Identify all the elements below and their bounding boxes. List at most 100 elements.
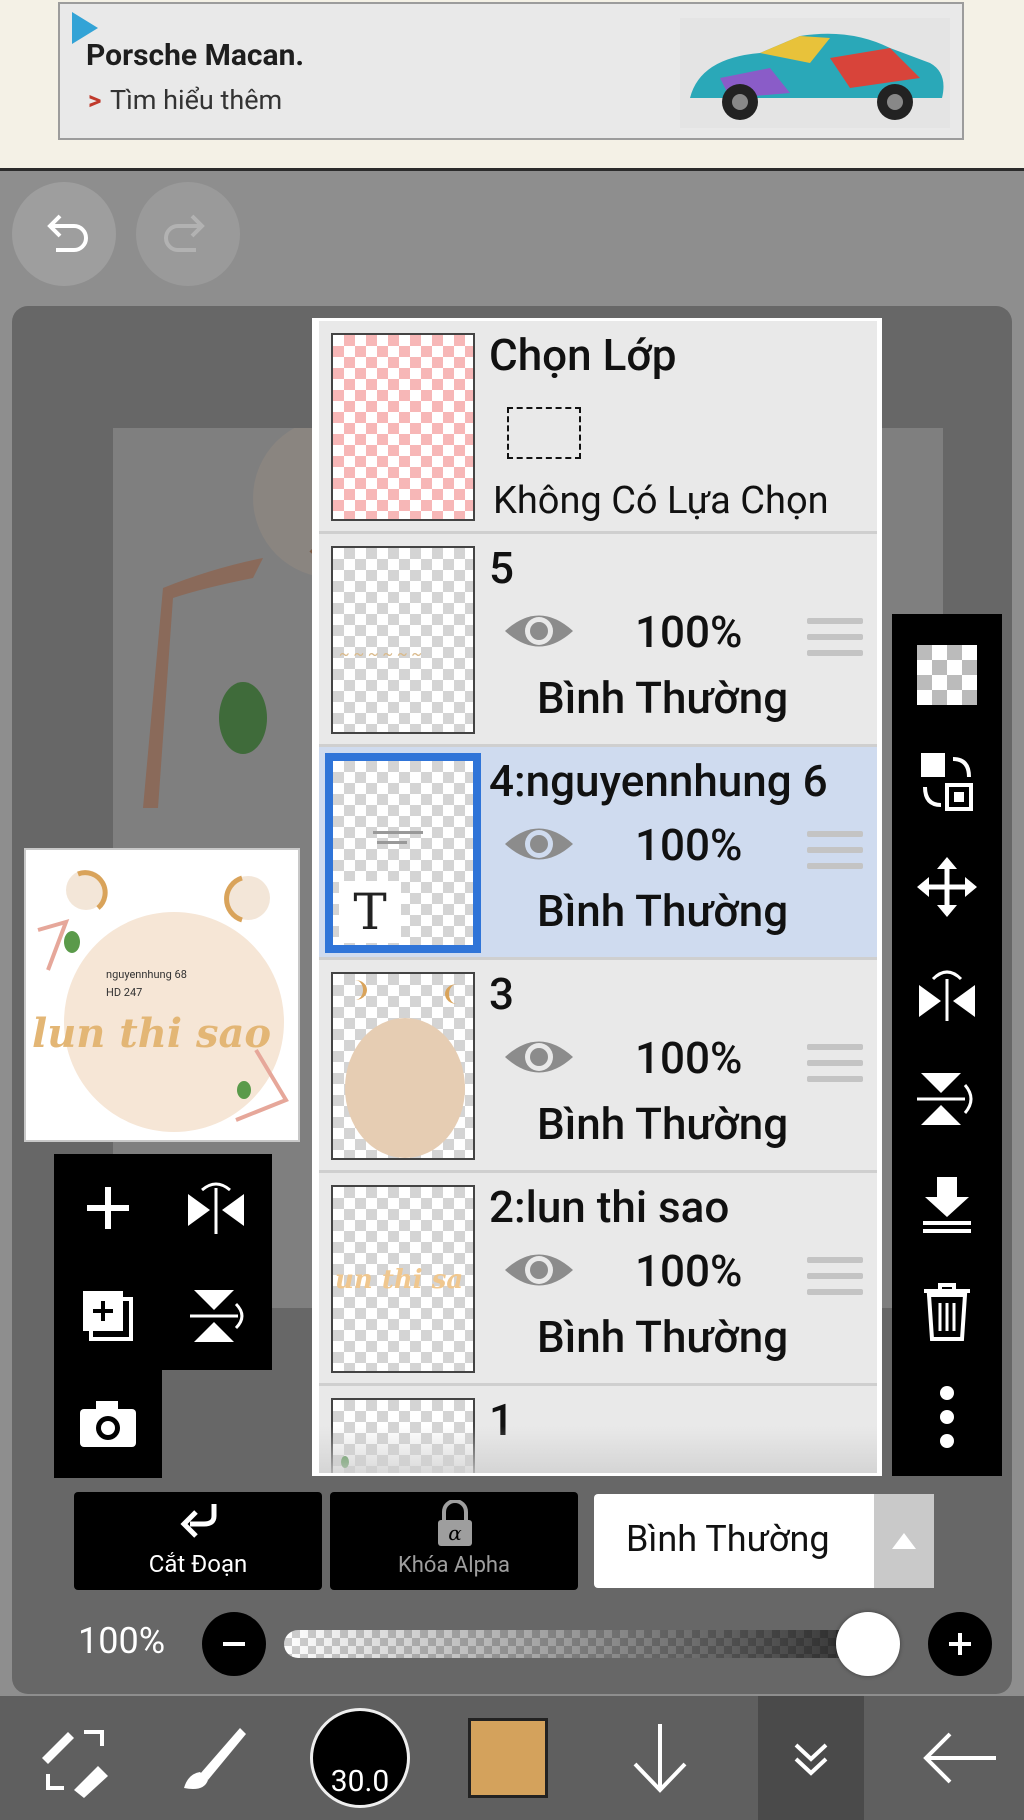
flip-horizontal-layer-button[interactable]: [892, 940, 1002, 1046]
camera-panel: [54, 1370, 162, 1478]
layer-opacity: 100%: [635, 1032, 743, 1084]
layer-name: Chọn Lớp: [489, 329, 677, 381]
ad-banner-area: Porsche Macan. > Tìm hiểu thêm: [0, 0, 1024, 171]
triangle-up-icon: [892, 1533, 916, 1549]
layer-thumbnail: un thi sa: [331, 1185, 475, 1373]
eye-icon[interactable]: [501, 1245, 577, 1295]
clipping-arrow-icon: [180, 1504, 217, 1538]
layer-row-5[interactable]: ~ ~ ~ ~ ~ ~ 5 100% Bình Thường: [319, 534, 877, 747]
opacity-slider[interactable]: [284, 1630, 896, 1658]
duplicate-layer-button[interactable]: [54, 1262, 162, 1370]
alpha-lock-label: Khóa Alpha: [397, 1553, 511, 1578]
layers-panel[interactable]: Chọn Lớp Không Có Lựa Chọn ~ ~ ~ ~ ~ ~ 5…: [312, 318, 882, 1476]
merge-down-icon: [923, 1177, 971, 1233]
swap-layers-icon: [921, 753, 973, 811]
delete-layer-button[interactable]: [892, 1258, 1002, 1364]
layer-row-3[interactable]: 3 100% Bình Thường: [319, 960, 877, 1173]
eye-icon[interactable]: [501, 819, 577, 869]
layer-blend-mode: Bình Thường: [537, 1098, 789, 1150]
layer-row-selection[interactable]: Chọn Lớp Không Có Lựa Chọn: [319, 321, 877, 534]
layer-row-2[interactable]: un thi sa 2:lun thi sao 100% Bình Thường: [319, 1173, 877, 1386]
layers-panel-toggle[interactable]: [758, 1696, 864, 1820]
more-options-button[interactable]: [892, 1364, 1002, 1470]
chevron-right-icon: >: [88, 86, 102, 116]
layer-transfer-button[interactable]: [892, 728, 1002, 834]
flip-vertical-icon: [190, 1290, 244, 1342]
flip-vertical-layer-button[interactable]: [892, 1046, 1002, 1152]
blend-mode-select[interactable]: Bình Thường: [594, 1494, 934, 1588]
opacity-slider-knob[interactable]: [836, 1612, 900, 1676]
layer-opacity: 100%: [635, 606, 743, 658]
preview-text-line1: nguyennhung 68: [106, 968, 187, 981]
layer-tools-panel: [54, 1154, 272, 1370]
ad-banner[interactable]: Porsche Macan. > Tìm hiểu thêm: [58, 2, 964, 140]
merge-down-button[interactable]: [892, 1152, 1002, 1258]
canvas-preview[interactable]: nguyennhung 68 HD 247 lun thi sao: [24, 848, 300, 1142]
right-toolbar: [892, 614, 1002, 1476]
camera-button[interactable]: [54, 1370, 162, 1478]
layer-row-1[interactable]: 1: [319, 1386, 877, 1473]
opacity-value: 100%: [78, 1620, 166, 1662]
arrow-left-icon: [923, 1732, 996, 1784]
flip-vertical-icon: [917, 1073, 973, 1125]
flip-horizontal-icon: [188, 1182, 244, 1234]
layer-thumbnail: T: [325, 753, 481, 953]
layer-opacity: 100%: [635, 819, 743, 871]
preview-script-text: lun thi sao: [32, 1010, 272, 1057]
layer-blend-mode: Bình Thường: [537, 1311, 789, 1363]
layer-blend-mode: Bình Thường: [537, 672, 789, 724]
eye-icon[interactable]: [501, 1032, 577, 1082]
drag-handle-icon[interactable]: [807, 831, 863, 879]
tool-switch-button[interactable]: [14, 1696, 134, 1820]
flip-vertical-button[interactable]: [162, 1262, 270, 1370]
eye-icon[interactable]: [501, 606, 577, 656]
ad-link[interactable]: Tìm hiểu thêm: [110, 84, 282, 116]
double-chevron-down-icon: [794, 1743, 828, 1776]
brush-tool-button[interactable]: [150, 1696, 270, 1820]
transparency-button[interactable]: [892, 622, 1002, 728]
text-layer-icon: T: [339, 881, 401, 943]
brush-size-button[interactable]: 30.0: [300, 1696, 420, 1820]
ad-title: Porsche Macan.: [86, 38, 305, 73]
plus-icon: [949, 1633, 971, 1655]
more-vertical-icon: [940, 1386, 954, 1448]
move-button[interactable]: [892, 834, 1002, 940]
blend-mode-dropdown[interactable]: [874, 1494, 934, 1588]
brush-size-indicator: 30.0: [310, 1708, 410, 1808]
undo-button[interactable]: [12, 182, 116, 286]
lock-alpha-icon: α: [438, 1500, 472, 1546]
alpha-lock-button[interactable]: α Khóa Alpha: [330, 1492, 578, 1590]
opacity-increase-button[interactable]: [928, 1612, 992, 1676]
clipping-button[interactable]: Cắt Đoạn: [74, 1492, 322, 1590]
bottom-toolbar: 30.0: [0, 1696, 1024, 1820]
color-swatch: [468, 1718, 548, 1798]
layer-blend-mode: Bình Thường: [537, 885, 789, 937]
brush-eraser-switch-icon: [42, 1730, 108, 1798]
move-icon: [917, 857, 977, 917]
layer-thumbnail: ~ ~ ~ ~ ~ ~: [331, 546, 475, 734]
no-selection-label: Không Có Lựa Chọn: [493, 479, 829, 523]
layer-thumbnail: [331, 972, 475, 1160]
layer-name: 4:nguyennhung 6: [489, 755, 828, 807]
preview-text-line2: HD 247: [106, 986, 143, 999]
blend-mode-value: Bình Thường: [626, 1518, 830, 1560]
redo-button[interactable]: [136, 182, 240, 286]
drag-handle-icon[interactable]: [807, 1044, 863, 1092]
flip-horizontal-button[interactable]: [162, 1154, 270, 1262]
back-button[interactable]: [900, 1696, 1020, 1820]
add-layer-button[interactable]: [54, 1154, 162, 1262]
layer-name: 5: [489, 542, 515, 594]
drag-handle-icon[interactable]: [807, 618, 863, 666]
drag-handle-icon[interactable]: [807, 1257, 863, 1305]
flip-horizontal-icon: [919, 970, 975, 1021]
opacity-decrease-button[interactable]: [202, 1612, 266, 1676]
duplicate-icon: [83, 1291, 133, 1341]
layer-down-button[interactable]: [600, 1696, 720, 1820]
layer-row-4[interactable]: T 4:nguyennhung 6 100% Bình Thường: [319, 747, 877, 960]
arrow-down-icon: [633, 1724, 687, 1793]
clipping-label: Cắt Đoạn: [148, 1550, 248, 1578]
brush-icon: [184, 1728, 246, 1789]
layer-opacity: 100%: [635, 1245, 743, 1297]
color-picker-button[interactable]: [448, 1696, 568, 1820]
layer-name: 3: [489, 968, 515, 1020]
